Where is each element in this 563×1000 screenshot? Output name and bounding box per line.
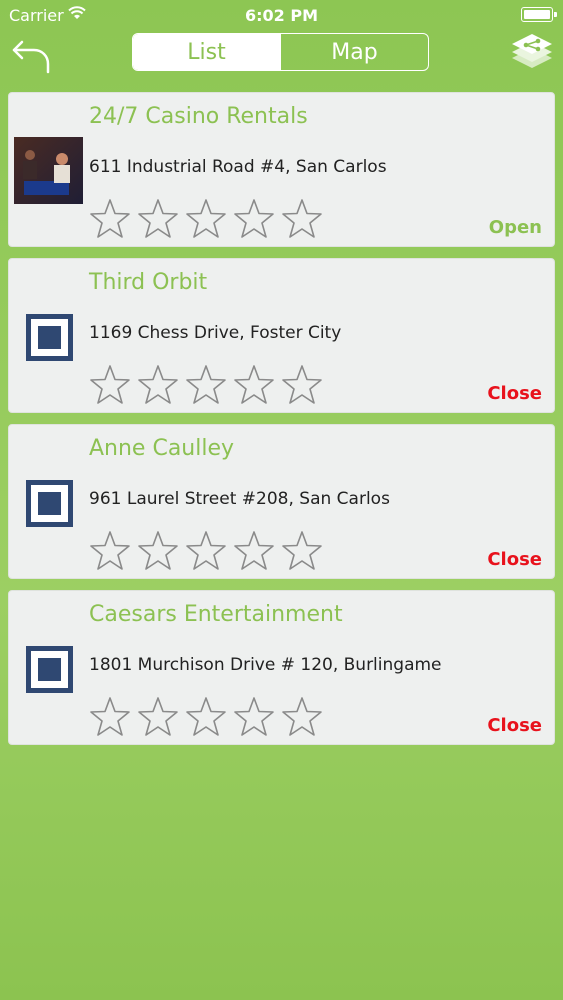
star-icon[interactable] bbox=[233, 364, 275, 406]
nav-bar: List Map bbox=[0, 30, 563, 85]
listing-photo bbox=[14, 137, 83, 204]
placeholder-square-icon bbox=[14, 469, 83, 536]
star-rating bbox=[89, 364, 323, 406]
star-rating bbox=[89, 696, 323, 738]
listing-name[interactable]: 24/7 Casino Rentals bbox=[89, 104, 308, 129]
clock: 6:02 PM bbox=[244, 6, 318, 25]
back-arrow-icon[interactable] bbox=[10, 32, 54, 76]
star-icon[interactable] bbox=[281, 364, 323, 406]
star-rating bbox=[89, 198, 323, 240]
view-segmented-control: List Map bbox=[132, 33, 429, 71]
star-icon[interactable] bbox=[281, 198, 323, 240]
star-icon[interactable] bbox=[185, 530, 227, 572]
star-icon[interactable] bbox=[233, 696, 275, 738]
tab-map[interactable]: Map bbox=[280, 34, 428, 70]
star-icon[interactable] bbox=[185, 364, 227, 406]
placeholder-square-icon bbox=[14, 303, 83, 370]
listing-address: 961 Laurel Street #208, San Carlos bbox=[89, 489, 390, 509]
share-stack-icon[interactable] bbox=[507, 30, 557, 78]
listing-address: 1169 Chess Drive, Foster City bbox=[89, 323, 342, 343]
star-icon[interactable] bbox=[137, 696, 179, 738]
listing-list: 24/7 Casino Rentals 611 Industrial Road #… bbox=[8, 92, 555, 756]
star-icon[interactable] bbox=[281, 696, 323, 738]
listing-address: 1801 Murchison Drive # 120, Burlingame bbox=[89, 655, 442, 675]
listing-name[interactable]: Third Orbit bbox=[89, 270, 207, 295]
listing-name[interactable]: Caesars Entertainment bbox=[89, 602, 343, 627]
star-icon[interactable] bbox=[89, 364, 131, 406]
open-status-label: Open bbox=[488, 217, 542, 238]
open-status-label: Close bbox=[487, 715, 542, 736]
listing-name[interactable]: Anne Caulley bbox=[89, 436, 234, 461]
status-bar: Carrier 6:02 PM bbox=[0, 0, 563, 30]
star-icon[interactable] bbox=[89, 696, 131, 738]
listing-card[interactable]: Anne Caulley 961 Laurel Street #208, San … bbox=[8, 424, 555, 579]
star-rating bbox=[89, 530, 323, 572]
listing-card[interactable]: 24/7 Casino Rentals 611 Industrial Road #… bbox=[8, 92, 555, 247]
listing-address: 611 Industrial Road #4, San Carlos bbox=[89, 157, 387, 177]
star-icon[interactable] bbox=[137, 530, 179, 572]
listing-card[interactable]: Caesars Entertainment 1801 Murchison Driv… bbox=[8, 590, 555, 745]
open-status-label: Close bbox=[487, 383, 542, 404]
star-icon[interactable] bbox=[89, 198, 131, 240]
open-status-label: Close bbox=[487, 549, 542, 570]
star-icon[interactable] bbox=[185, 696, 227, 738]
star-icon[interactable] bbox=[137, 364, 179, 406]
star-icon[interactable] bbox=[89, 530, 131, 572]
star-icon[interactable] bbox=[233, 198, 275, 240]
listing-card[interactable]: Third Orbit 1169 Chess Drive, Foster City… bbox=[8, 258, 555, 413]
star-icon[interactable] bbox=[233, 530, 275, 572]
placeholder-square-icon bbox=[14, 635, 83, 702]
star-icon[interactable] bbox=[185, 198, 227, 240]
star-icon[interactable] bbox=[281, 530, 323, 572]
star-icon[interactable] bbox=[137, 198, 179, 240]
tab-list[interactable]: List bbox=[133, 34, 280, 70]
battery-icon bbox=[521, 7, 557, 22]
